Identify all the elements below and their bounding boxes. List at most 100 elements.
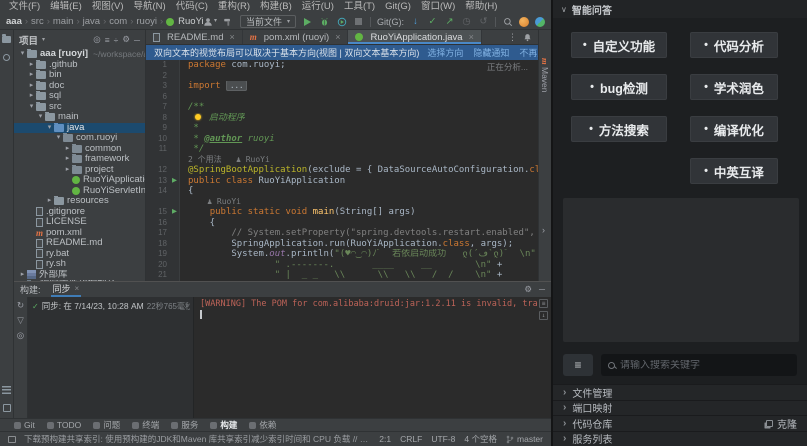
breadcrumb-item[interactable]: java [83, 16, 100, 27]
tool-window-button[interactable]: 服务 [171, 419, 198, 431]
clone-button[interactable]: 克隆 [766, 416, 797, 431]
plugin-orange-icon[interactable] [519, 17, 529, 27]
tree-item[interactable]: ▾aaa [ruoyi]~/workspace/aaa [14, 49, 145, 60]
build-tab-sync[interactable]: 同步× [51, 282, 82, 297]
assistant-button[interactable]: •bug检测 [571, 74, 667, 100]
tool-window-button[interactable]: 构建 [210, 419, 237, 431]
tree-item[interactable]: RuoYiApplication [14, 175, 145, 186]
menu-button[interactable]: ≡ [563, 354, 593, 376]
menu-item[interactable]: 导航(N) [128, 0, 170, 14]
rerun-icon[interactable]: ↻ [17, 301, 24, 310]
editor-tab[interactable]: RuoYiApplication.java× [348, 30, 481, 44]
code-line[interactable]: 2 个用法 ♟ RuoYi [146, 155, 538, 166]
breadcrumb-item[interactable]: com [109, 16, 127, 27]
breadcrumb-item[interactable]: src [31, 16, 44, 27]
run-gutter-icon[interactable]: ▶ [172, 207, 177, 218]
tree-item[interactable]: README.md [14, 238, 145, 249]
build-hammer-icon[interactable] [223, 15, 234, 28]
chevron-down-icon[interactable]: ▾ [18, 49, 27, 60]
filter-icon[interactable]: ▽ [17, 316, 24, 325]
menu-item[interactable]: 代码(C) [171, 0, 213, 14]
run-button[interactable] [302, 15, 313, 28]
section-row[interactable]: ›代码仓库克隆 [553, 415, 807, 431]
status-widget[interactable]: 2:1 [379, 434, 391, 444]
project-panel-title[interactable]: 项目▾ [19, 33, 45, 47]
splitter-chevron-icon[interactable]: › [542, 225, 545, 235]
code-line[interactable]: 11 */ [146, 144, 538, 155]
tree-item[interactable]: ▾java [14, 123, 145, 134]
menu-item[interactable]: 文件(F) [4, 0, 45, 14]
plugin-duo-icon[interactable] [535, 17, 545, 27]
minimize-panel-icon[interactable]: ─ [539, 284, 545, 295]
tree-item[interactable]: ▾src [14, 102, 145, 113]
tree-item[interactable]: ▾com.ruoyi [14, 133, 145, 144]
git-branch-widget[interactable]: master [506, 434, 543, 444]
chevron-right-icon[interactable]: ▸ [63, 144, 72, 155]
locate-icon[interactable]: ◎ [17, 331, 24, 340]
sync-status-row[interactable]: ✓ 同步: 在 7/14/23, 10:28 AM 22秒765毫秒 [32, 300, 190, 312]
menu-item[interactable]: 帮助(H) [460, 0, 502, 14]
gear-icon[interactable]: ⚙ [122, 34, 130, 45]
gear-icon[interactable]: ⚙ [524, 284, 532, 295]
code-editor[interactable]: 正在分析... 1package com.ruoyi;23import ...6… [146, 60, 538, 281]
menu-item[interactable]: 视图(V) [87, 0, 129, 14]
assistant-button[interactable]: •自定义功能 [571, 32, 667, 58]
code-line[interactable]: 13▶public class RuoYiApplication [146, 176, 538, 187]
code-line[interactable]: 6 [146, 92, 538, 103]
window-layout-icon[interactable] [8, 436, 16, 443]
bookmarks-tool-icon[interactable] [1, 402, 13, 414]
tree-item[interactable]: ▾main [14, 112, 145, 123]
tree-item[interactable]: ▸sql [14, 91, 145, 102]
tree-item[interactable]: ry.sh [14, 259, 145, 270]
status-widget[interactable]: 4 个空格 [464, 433, 497, 445]
build-console[interactable]: [WARNING] The POM for com.alibaba:druid:… [194, 297, 551, 418]
menu-item[interactable]: 构建(B) [255, 0, 297, 14]
menu-item[interactable]: 运行(U) [297, 0, 339, 14]
locate-file-icon[interactable]: ◎ [93, 34, 100, 45]
chevron-right-icon[interactable]: ▸ [63, 165, 72, 176]
keyword-search-input[interactable] [620, 360, 790, 371]
tool-window-button[interactable]: 依赖 [249, 419, 276, 431]
breadcrumb-item[interactable]: RuoYiApplication [178, 16, 203, 27]
commit-tool-icon[interactable] [1, 51, 13, 63]
code-line[interactable]: 12@SpringBootApplication(exclude = { Dat… [146, 165, 538, 176]
hide-panel-icon[interactable]: ─ [134, 35, 140, 45]
code-line[interactable]: 9 * [146, 123, 538, 134]
close-icon[interactable]: × [75, 284, 80, 293]
banner-action[interactable]: 选择方向 [427, 46, 463, 59]
chevron-down-icon[interactable]: ▾ [36, 112, 45, 123]
chevron-right-icon[interactable]: ▸ [18, 270, 27, 281]
tool-window-button[interactable]: 终端 [132, 419, 159, 431]
tree-item[interactable]: ry.bat [14, 249, 145, 260]
tool-window-button[interactable]: 问题 [93, 419, 120, 431]
code-line[interactable]: 18 SpringApplication.run(RuoYiApplicatio… [146, 239, 538, 250]
user-icon[interactable]: ▾ [203, 15, 217, 28]
tool-window-button[interactable]: Git [14, 420, 35, 430]
tree-item[interactable]: ▸project [14, 165, 145, 176]
history-icon[interactable]: ◷ [461, 15, 472, 28]
menu-item[interactable]: 重构(R) [213, 0, 255, 14]
assistant-header[interactable]: ∨ 智能问答 [553, 0, 807, 18]
code-line[interactable]: 10 * @author ruoyi [146, 134, 538, 145]
chevron-right-icon[interactable]: ▸ [27, 60, 36, 71]
chevron-right-icon[interactable]: ▸ [45, 196, 54, 207]
code-line[interactable]: ♟ RuoYi [146, 197, 538, 208]
expand-all-icon[interactable]: ≡ [105, 35, 110, 45]
coverage-button[interactable] [336, 15, 347, 28]
soft-wrap-icon[interactable]: ≡ [539, 299, 548, 308]
debug-button[interactable] [319, 15, 330, 28]
tool-window-button[interactable]: TODO [47, 420, 81, 430]
chat-area[interactable] [563, 198, 799, 342]
code-line[interactable]: 7/** [146, 102, 538, 113]
banner-action[interactable]: 不再显示 [519, 46, 538, 59]
project-tool-icon[interactable] [1, 33, 13, 45]
tree-item[interactable]: mpom.xml [14, 228, 145, 239]
chevron-right-icon[interactable]: ▸ [27, 81, 36, 92]
section-row[interactable]: ›端口映射 [553, 400, 807, 416]
status-widget[interactable]: CRLF [400, 434, 422, 444]
close-icon[interactable]: × [229, 32, 234, 42]
tree-item[interactable]: ▸resources [14, 196, 145, 207]
chevron-down-icon[interactable]: ▾ [45, 123, 54, 134]
banner-action[interactable]: 隐藏通知 [473, 46, 509, 59]
structure-tool-icon[interactable] [1, 384, 13, 396]
